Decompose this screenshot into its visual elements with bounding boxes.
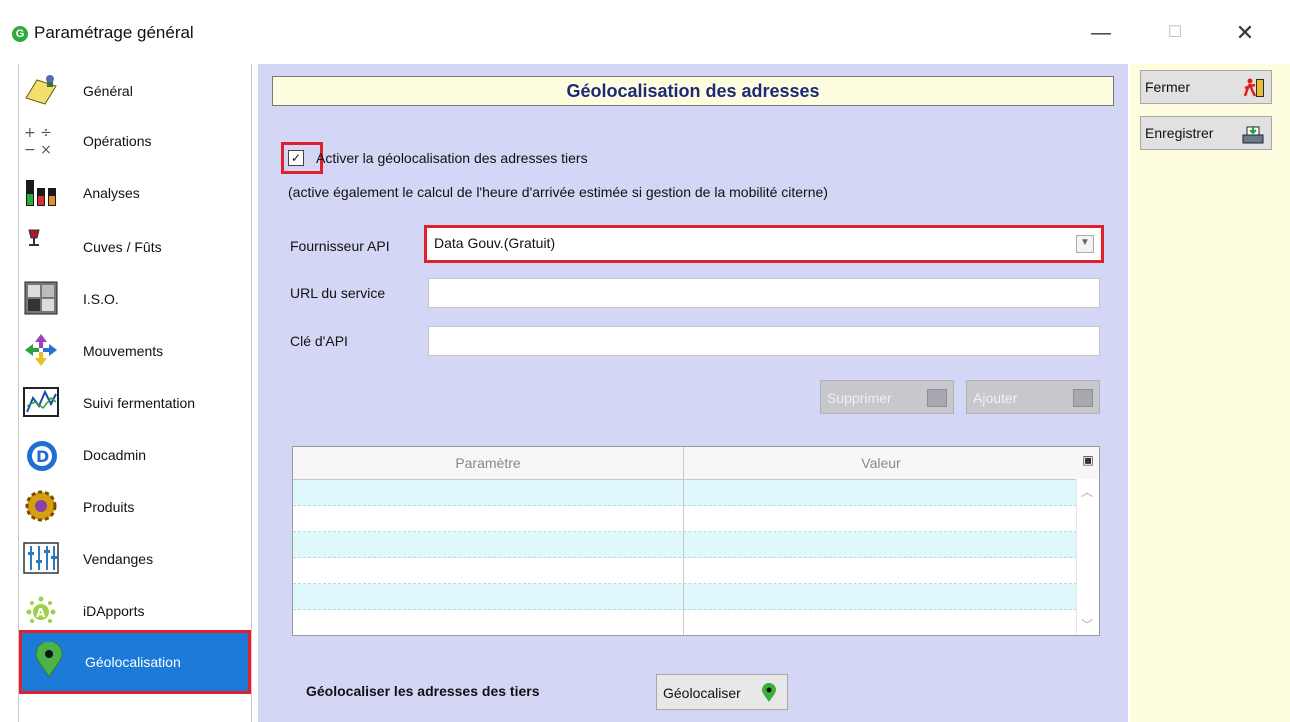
svg-text:D: D [36, 447, 49, 466]
column-divider [683, 447, 684, 635]
sidebar-item-analyses[interactable]: Analyses [19, 168, 251, 218]
save-button-label: Enregistrer [1145, 125, 1214, 141]
idapports-icon: A [26, 596, 56, 623]
table-row[interactable] [293, 610, 1077, 635]
geolocate-button[interactable]: Géolocaliser [656, 674, 788, 710]
page-title: Géolocalisation des adresses [272, 76, 1114, 106]
sidebar-item-fermentation[interactable]: Suivi fermentation [19, 378, 251, 428]
url-label: URL du service [290, 285, 386, 301]
sidebar-item-label: Produits [83, 499, 135, 515]
sidebar-item-label: Docadmin [83, 447, 147, 463]
chevron-down-icon[interactable]: ▼ [1076, 235, 1094, 253]
vendanges-icon [23, 542, 59, 574]
sidebar-item-label: Vendanges [83, 551, 154, 567]
window-title: Paramétrage général [34, 23, 194, 42]
delete-icon [927, 389, 947, 407]
geolocation-checkbox[interactable]: ✓ [288, 150, 304, 166]
sidebar-item-operations[interactable]: + ÷ − × Opérations [19, 116, 251, 166]
sidebar-item-label: Mouvements [83, 343, 164, 359]
delete-button-label: Supprimer [827, 390, 892, 406]
table-row[interactable] [293, 532, 1077, 558]
map-pin-icon [762, 683, 776, 702]
analyses-icon [26, 180, 56, 206]
save-button[interactable]: Enregistrer [1140, 116, 1272, 150]
sidebar-item-label: Cuves / Fûts [83, 239, 162, 255]
sidebar-item-geolocalisation[interactable]: Géolocalisation [19, 630, 251, 694]
sidebar: Général + ÷ − × Opérations Analyses Cuve… [18, 64, 252, 722]
mouvements-icon [25, 334, 57, 366]
add-icon [1073, 389, 1093, 407]
geolocate-label: Géolocaliser les adresses des tiers [306, 683, 540, 699]
docadmin-icon: D [27, 441, 57, 471]
table-row[interactable] [293, 584, 1077, 610]
sidebar-item-label: I.S.O. [83, 291, 119, 307]
add-button-label: Ajouter [973, 390, 1018, 406]
sidebar-item-general[interactable]: Général [19, 66, 251, 116]
table-header: Paramètre Valeur ▣ [293, 447, 1099, 480]
provider-selected-value: Data Gouv.(Gratuit) [434, 235, 556, 251]
sidebar-item-vendanges[interactable]: Vendanges [19, 534, 251, 584]
provider-label: Fournisseur API [290, 238, 390, 254]
sidebar-item-label: iDApports [83, 603, 145, 619]
url-input[interactable] [428, 278, 1100, 308]
column-header-parametre[interactable]: Paramètre [293, 455, 683, 471]
add-button[interactable]: Ajouter [966, 380, 1100, 414]
sidebar-item-mouvements[interactable]: Mouvements [19, 326, 251, 376]
sidebar-item-label: Suivi fermentation [83, 395, 196, 411]
map-pin-icon [35, 642, 63, 678]
sidebar-item-iso[interactable]: I.S.O. [19, 274, 251, 324]
maximize-button[interactable]: ☐ [1152, 18, 1198, 48]
column-header-valeur[interactable]: Valeur [685, 455, 1077, 471]
general-icon [25, 75, 57, 105]
minimize-button[interactable]: — [1078, 18, 1124, 48]
scroll-up-icon[interactable]: ︿ [1081, 483, 1093, 500]
apikey-label: Clé d'API [290, 333, 348, 349]
action-panel: Fermer Enregistrer [1130, 64, 1290, 722]
app-logo-icon: G [12, 26, 28, 42]
table-row[interactable] [293, 558, 1077, 584]
sidebar-item-label: Général [83, 83, 133, 99]
close-window-button[interactable]: ✕ [1222, 18, 1268, 48]
cuves-icon [28, 229, 40, 246]
svg-text:+ ÷: + ÷ [24, 125, 52, 141]
svg-text:A: A [36, 606, 46, 620]
sidebar-item-label: Opérations [83, 133, 152, 149]
sidebar-item-idapports[interactable]: A iDApports [19, 586, 251, 636]
sidebar-item-label: Analyses [83, 185, 140, 201]
table-menu-icon[interactable]: ▣ [1081, 453, 1095, 467]
svg-text:− ×: − × [24, 142, 52, 158]
geolocation-note: (active également le calcul de l'heure d… [288, 184, 828, 200]
close-button[interactable]: Fermer [1140, 70, 1272, 104]
table-scrollbar[interactable]: ︿ ﹀ [1076, 479, 1099, 635]
sidebar-item-cuves[interactable]: Cuves / Fûts [19, 222, 251, 272]
produits-icon [25, 490, 57, 522]
table-row[interactable] [293, 480, 1077, 506]
delete-button[interactable]: Supprimer [820, 380, 954, 414]
sidebar-item-docadmin[interactable]: D Docadmin [19, 430, 251, 480]
close-button-label: Fermer [1145, 79, 1191, 95]
iso-icon [24, 281, 58, 315]
geolocation-checkbox-label[interactable]: Activer la géolocalisation des adresses … [316, 150, 588, 166]
table-row[interactable] [293, 506, 1077, 532]
apikey-input[interactable] [428, 326, 1100, 356]
main-panel: Géolocalisation des adresses ✓ Activer l… [258, 64, 1128, 722]
sidebar-item-label: Géolocalisation [85, 654, 181, 670]
title-bar: G Paramétrage général — ☐ ✕ [0, 0, 1290, 60]
fermentation-icon [23, 387, 59, 417]
sidebar-item-produits[interactable]: Produits [19, 482, 251, 532]
save-icon [1242, 126, 1264, 144]
parameters-table: Paramètre Valeur ▣ ︿ ﹀ [292, 446, 1100, 636]
scroll-down-icon[interactable]: ﹀ [1081, 616, 1093, 633]
operations-icon: + ÷ − × [24, 125, 52, 158]
geolocate-button-label: Géolocaliser [663, 685, 741, 701]
exit-icon [1243, 78, 1264, 97]
provider-select[interactable]: Data Gouv.(Gratuit) ▼ [424, 225, 1104, 263]
